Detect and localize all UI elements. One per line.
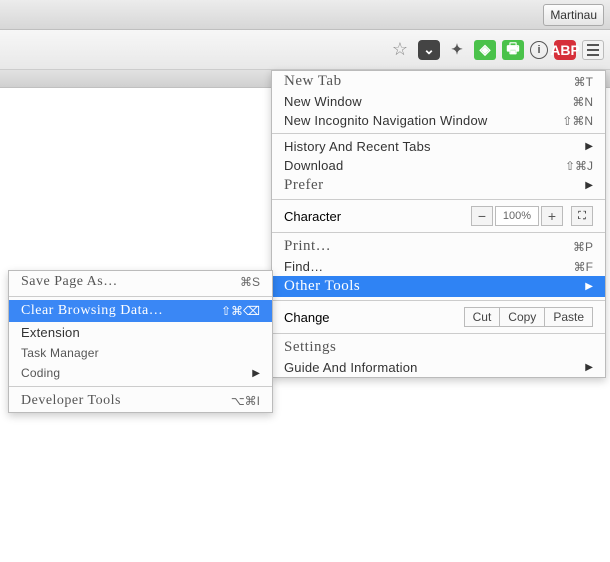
submenu-arrow-icon: ▶ [585,281,593,292]
print-extension-icon[interactable]: 🖶 [502,40,524,60]
menu-item-guide[interactable]: Guide And Information ▶ [272,358,605,377]
zoom-value: 100% [495,206,539,226]
menu-item-settings[interactable]: Settings [272,337,605,358]
menu-label: Character [284,209,341,224]
evernote-extension-icon[interactable]: ✦ [446,40,468,60]
menu-item-edit: Change Cut Copy Paste [272,304,605,330]
browser-toolbar: ☆ ⌄ ✦ ◈ 🖶 i ABP [0,30,610,70]
submenu-arrow-icon: ▶ [585,141,593,152]
menu-label: Settings [284,339,336,356]
menu-item-incognito[interactable]: New Incognito Navigation Window ⇧⌘N [272,111,605,130]
submenu-arrow-icon: ▶ [585,362,593,373]
menu-label: Prefer [284,177,324,194]
menu-label: Save Page As… [21,274,118,290]
submenu-item-task-manager[interactable]: Task Manager [9,343,272,363]
menu-item-download[interactable]: Download ⇧⌘J [272,156,605,175]
fullscreen-button[interactable]: ⛶ [571,206,593,226]
menu-divider [272,232,605,233]
menu-divider [272,133,605,134]
menu-label: Developer Tools [21,393,121,409]
menu-label: Other Tools [284,278,360,295]
cut-button[interactable]: Cut [464,307,501,327]
submenu-item-extension[interactable]: Extension [9,322,272,343]
other-tools-submenu: Save Page As… ⌘S Clear Browsing Data… ⇧⌘… [8,270,273,413]
menu-label: History And Recent Tabs [284,139,431,154]
menu-label: Change [284,310,330,325]
menu-label: New Window [284,94,362,109]
menu-label: New Incognito Navigation Window [284,113,487,128]
menu-shortcut: ⌘F [574,260,593,274]
menu-shortcut: ⇧⌘N [562,114,593,128]
info-extension-icon[interactable]: i [530,41,548,59]
submenu-item-save-page[interactable]: Save Page As… ⌘S [9,271,272,293]
menu-label: Find… [284,259,323,274]
submenu-item-clear-browsing-data[interactable]: Clear Browsing Data… ⇧⌘⌫ [9,300,272,322]
menu-label: Extension [21,325,80,340]
window-titlebar: Martinau [0,0,610,30]
menu-divider [272,199,605,200]
menu-item-other-tools[interactable]: Other Tools ▶ [272,276,605,297]
menu-label: Clear Browsing Data… [21,303,163,319]
bookmark-star-icon[interactable]: ☆ [392,39,408,60]
pocket-extension-icon[interactable]: ⌄ [418,40,440,60]
profile-button[interactable]: Martinau [543,4,604,26]
menu-divider [9,296,272,297]
main-menu-button[interactable] [582,40,604,60]
menu-label: Guide And Information [284,360,418,375]
menu-item-history[interactable]: History And Recent Tabs ▶ [272,137,605,156]
menu-label: New Tab [284,73,342,90]
extension-icon-green[interactable]: ◈ [474,40,496,60]
menu-item-find[interactable]: Find… ⌘F [272,257,605,276]
submenu-item-developer-tools[interactable]: Developer Tools ⌥⌘I [9,390,272,412]
zoom-in-button[interactable]: + [541,206,563,226]
menu-item-zoom: Character − 100% + ⛶ [272,203,605,229]
submenu-arrow-icon: ▶ [585,180,593,191]
menu-shortcut: ⌥⌘I [231,394,260,408]
menu-item-prefer[interactable]: Prefer ▶ [272,175,605,196]
paste-button[interactable]: Paste [545,307,593,327]
menu-item-new-window[interactable]: New Window ⌘N [272,92,605,111]
zoom-out-button[interactable]: − [471,206,493,226]
submenu-arrow-icon: ▶ [252,368,260,379]
menu-divider [9,386,272,387]
menu-shortcut: ⇧⌘J [565,159,593,173]
menu-divider [272,300,605,301]
menu-shortcut: ⌘N [572,95,593,109]
menu-label: Print… [284,238,331,255]
copy-button[interactable]: Copy [500,307,545,327]
menu-shortcut: ⌘S [240,275,260,289]
menu-label: Coding [21,366,60,380]
menu-shortcut: ⌘T [574,75,593,89]
menu-item-new-tab[interactable]: New Tab ⌘T [272,71,605,92]
menu-divider [272,333,605,334]
submenu-item-coding[interactable]: Coding ▶ [9,363,272,383]
menu-label: Download [284,158,343,173]
menu-label: Task Manager [21,346,99,360]
main-menu-dropdown: New Tab ⌘T New Window ⌘N New Incognito N… [271,70,606,378]
menu-shortcut: ⇧⌘⌫ [221,304,260,318]
adblock-extension-icon[interactable]: ABP [554,40,576,60]
menu-item-print[interactable]: Print… ⌘P [272,236,605,257]
menu-shortcut: ⌘P [573,240,593,254]
